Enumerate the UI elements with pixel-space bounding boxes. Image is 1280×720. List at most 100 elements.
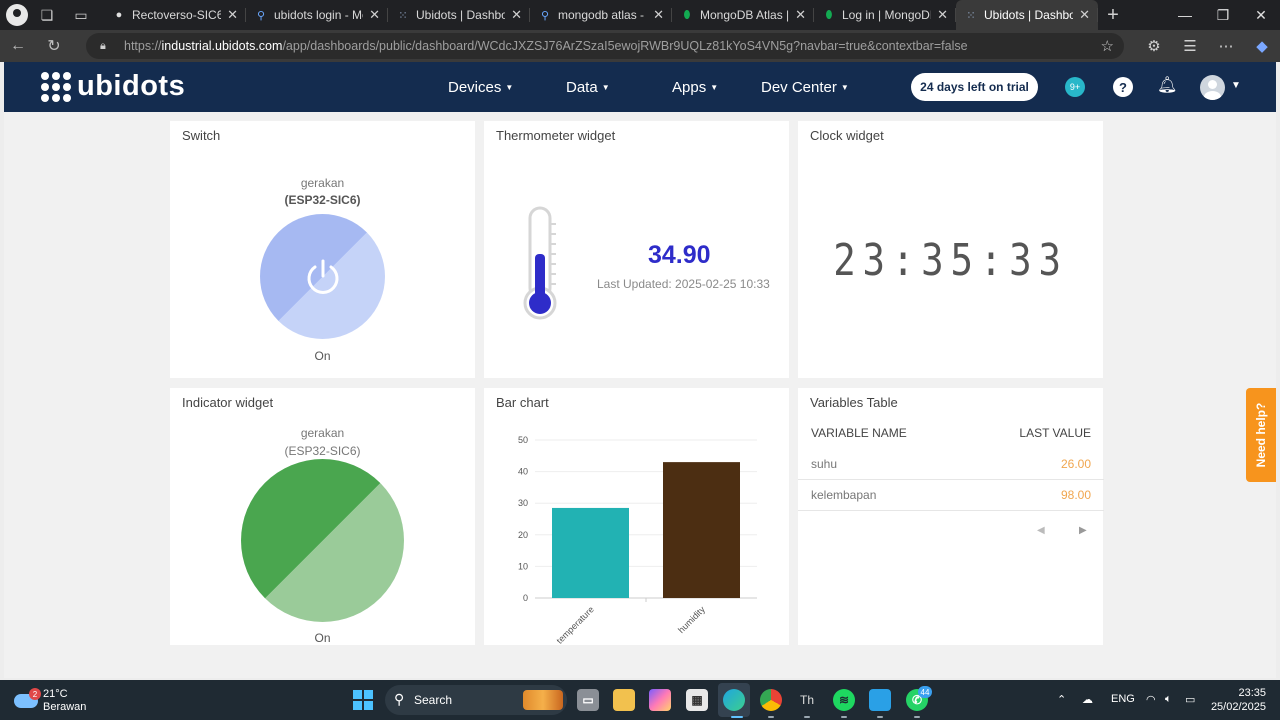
favorite-star-icon[interactable]: ☆ (1101, 37, 1114, 55)
file-explorer-icon[interactable] (613, 689, 635, 711)
lock-icon[interactable]: 🔒︎ (100, 40, 124, 53)
logo-text: ubidots (77, 70, 186, 102)
vertical-tabs-icon[interactable]: ▭ (66, 2, 96, 28)
trial-button[interactable]: 24 days left on trial (911, 73, 1038, 101)
search-icon: ⚲ (256, 9, 266, 22)
menu-dev-center[interactable]: Dev Center ▼ (761, 62, 849, 112)
system-clock[interactable]: 23:35 25/02/2025 (1211, 686, 1266, 714)
wifi-icon[interactable]: ◠ (1146, 693, 1156, 706)
search-highlight-image (523, 690, 563, 710)
widget-title: Thermometer widget (496, 128, 616, 143)
tab-title: MongoDB Atlas | Mu (700, 8, 790, 22)
column-header-variable-name[interactable]: VARIABLE NAME (811, 426, 907, 440)
back-icon[interactable]: ← (0, 37, 36, 55)
copilot-icon[interactable]: ◆ (1244, 37, 1280, 55)
cloud-sync-icon[interactable]: ☁ (1082, 693, 1093, 706)
system-date: 25/02/2025 (1210, 701, 1266, 713)
widget-title: Variables Table (810, 395, 898, 410)
edge-icon[interactable] (723, 689, 745, 711)
ubidots-logo[interactable]: ubidots (41, 70, 185, 103)
notifications-count-badge[interactable]: 9+ (1065, 77, 1085, 97)
thermometer-widget: Thermometer widget 34.90 Last Updated: 2… (484, 121, 789, 378)
avatar[interactable] (1200, 75, 1225, 100)
typora-icon[interactable]: Th (796, 689, 818, 711)
taskbar: 2 21°C Berawan ⚲ Search ▭ ▦ Th ≋ ✆ 44 ⌃ … (0, 680, 1280, 720)
menu-data[interactable]: Data ▼ (566, 62, 610, 112)
bar (552, 507, 629, 598)
indicator-state: On (314, 631, 331, 645)
url-field[interactable]: 🔒︎ https://industrial.ubidots.com/app/da… (86, 33, 1124, 59)
window-controls: — ❐ ✕ (1166, 7, 1280, 24)
favorites-icon[interactable]: ☰ (1172, 37, 1208, 55)
maximize-icon[interactable]: ❐ (1204, 7, 1242, 24)
spotify-icon[interactable]: ≋ (833, 689, 855, 711)
browser-tab[interactable]: ⬮ MongoDB Atlas | Mu ✕ (672, 0, 814, 30)
tray-overflow-icon[interactable]: ⌃ (1057, 693, 1066, 706)
close-tab-icon[interactable]: ✕ (937, 7, 948, 23)
whatsapp-running-indicator (914, 716, 920, 718)
chrome-icon[interactable] (760, 689, 782, 711)
url-text[interactable]: https://industrial.ubidots.com/app/dashb… (124, 39, 1101, 53)
task-view-icon[interactable]: ▭ (577, 689, 599, 711)
tab-strip-left-controls: ❏ ▭ (0, 2, 104, 28)
power-icon[interactable] (303, 257, 343, 297)
close-tab-icon[interactable]: ✕ (511, 7, 522, 23)
table-row[interactable]: kelembapan 98.00 (798, 480, 1104, 511)
browser-tab[interactable]: ⚲ mongodb atlas - Men ✕ (530, 0, 672, 30)
help-icon[interactable]: ? (1113, 77, 1133, 97)
next-page-icon[interactable]: ▶ (1079, 525, 1087, 536)
menu-apps[interactable]: Apps ▼ (672, 62, 718, 112)
minimize-icon[interactable]: — (1166, 7, 1204, 24)
app-icon[interactable] (869, 689, 891, 711)
bar-chart-widget: Bar chart 0 10 20 30 40 50 temperature humidity (484, 388, 789, 645)
new-tab-button[interactable]: + (1098, 4, 1128, 27)
github-icon: ● (115, 9, 123, 21)
workspaces-icon[interactable]: ❏ (32, 2, 62, 28)
close-tab-icon[interactable]: ✕ (369, 7, 380, 23)
browser-tab[interactable]: ⬮ Log in | MongoDB ✕ (814, 0, 956, 30)
caret-down-icon: ▼ (505, 82, 514, 92)
extensions-icon[interactable]: ⚙︎ (1136, 37, 1172, 55)
bar (663, 462, 740, 598)
edge-running-indicator (731, 716, 743, 718)
prev-page-icon[interactable]: ◀ (1037, 525, 1045, 536)
close-window-icon[interactable]: ✕ (1242, 7, 1280, 24)
copilot-app-icon[interactable] (649, 689, 671, 711)
browser-tab[interactable]: ⁙ Ubidots | Dashboard ✕ (956, 0, 1098, 30)
tab-title: Log in | MongoDB (842, 8, 932, 22)
browser-toolbar-right: ⚙︎ ☰ ⋯ ◆ (1136, 30, 1280, 62)
menu-devices[interactable]: Devices ▼ (448, 62, 513, 112)
table-row[interactable]: suhu 26.00 (798, 449, 1104, 480)
browser-tab[interactable]: ⁙ Ubidots | Dashboard ✕ (388, 0, 530, 30)
widget-title: Clock widget (810, 128, 884, 143)
close-tab-icon[interactable]: ✕ (1079, 7, 1090, 23)
volume-icon[interactable]: 🔈︎ (1165, 693, 1172, 706)
column-header-last-value[interactable]: LAST VALUE (1019, 426, 1091, 440)
bell-icon[interactable]: 🔔︎ (1157, 75, 1177, 95)
close-tab-icon[interactable]: ✕ (227, 7, 238, 23)
refresh-icon[interactable]: ↻ (36, 36, 72, 56)
close-tab-icon[interactable]: ✕ (653, 7, 664, 23)
language-indicator[interactable]: ENG (1111, 693, 1135, 705)
address-bar-row: ← ↻ 🔒︎ https://industrial.ubidots.com/ap… (0, 30, 1280, 62)
y-tick-label: 40 (518, 467, 528, 477)
need-help-button[interactable]: Need help? (1246, 388, 1276, 482)
windows-start-icon[interactable] (353, 690, 373, 710)
browser-tab[interactable]: ● Rectoverso-SIC6-ESP ✕ (104, 0, 246, 30)
browser-tab[interactable]: ⚲ ubidots login - Mene ✕ (246, 0, 388, 30)
battery-icon[interactable]: ▭ (1185, 693, 1195, 706)
close-tab-icon[interactable]: ✕ (795, 7, 806, 23)
thermometer-value: 34.90 (648, 241, 711, 269)
y-tick-label: 50 (518, 435, 528, 445)
menu-data-label: Data (566, 78, 598, 96)
profile-icon[interactable] (6, 4, 28, 26)
store-icon[interactable]: ▦ (686, 689, 708, 711)
system-time: 23:35 (1238, 687, 1266, 699)
caret-down-icon: ▼ (840, 82, 849, 92)
avatar-caret-icon[interactable]: ▼ (1231, 80, 1241, 91)
more-menu-icon[interactable]: ⋯ (1208, 37, 1244, 55)
weather-widget[interactable]: 2 21°C Berawan (14, 686, 94, 714)
y-tick-label: 20 (518, 530, 528, 540)
taskbar-search-label: Search (414, 693, 453, 707)
taskbar-search[interactable]: ⚲ Search (385, 685, 567, 715)
